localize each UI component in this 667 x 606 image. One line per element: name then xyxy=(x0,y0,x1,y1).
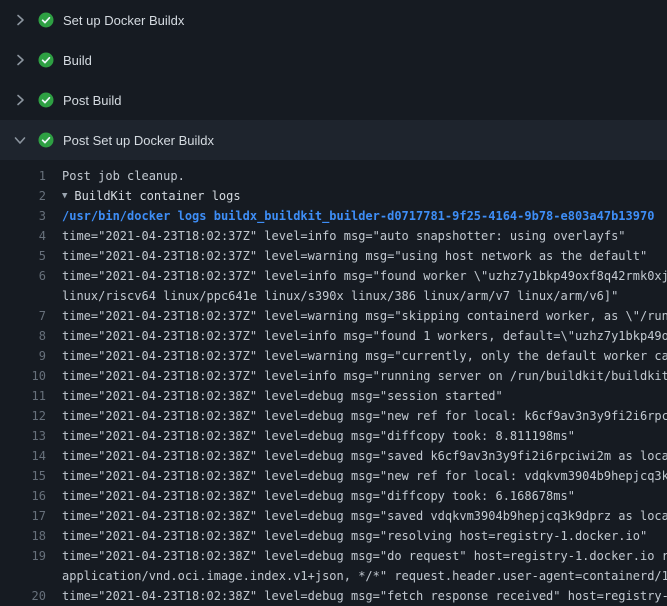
log-line: 9 time="2021-04-23T18:02:37Z" level=warn… xyxy=(0,346,667,366)
step-section-header[interactable]: Post Build xyxy=(0,80,667,120)
log-line: application/vnd.oci.image.index.v1+json,… xyxy=(0,566,667,586)
line-number xyxy=(0,566,46,586)
line-text: time="2021-04-23T18:02:38Z" level=debug … xyxy=(62,586,667,606)
log-line: 2 ▼ BuildKit container logs xyxy=(0,186,667,206)
line-text: time="2021-04-23T18:02:38Z" level=debug … xyxy=(62,546,667,566)
line-text: time="2021-04-23T18:02:38Z" level=debug … xyxy=(62,486,667,506)
line-text: linux/riscv64 linux/ppc641e linux/s390x … xyxy=(62,286,667,306)
step-section-header[interactable]: Build xyxy=(0,40,667,80)
success-check-circle-icon xyxy=(38,52,54,68)
line-text: time="2021-04-23T18:02:37Z" level=info m… xyxy=(62,366,667,386)
log-line: 7 time="2021-04-23T18:02:37Z" level=warn… xyxy=(0,306,667,326)
line-number[interactable]: 11 xyxy=(0,386,46,406)
log-line: 13 time="2021-04-23T18:02:38Z" level=deb… xyxy=(0,426,667,446)
section-label: Post Set up Docker Buildx xyxy=(63,133,214,148)
line-number[interactable]: 7 xyxy=(0,306,46,326)
step-section-header[interactable]: Set up Docker Buildx xyxy=(0,0,667,40)
line-number[interactable]: 13 xyxy=(0,426,46,446)
line-number[interactable]: 17 xyxy=(0,506,46,526)
log-line: linux/riscv64 linux/ppc641e linux/s390x … xyxy=(0,286,667,306)
chevron-down-icon xyxy=(12,132,28,148)
line-text: time="2021-04-23T18:02:38Z" level=debug … xyxy=(62,406,667,426)
line-number[interactable]: 15 xyxy=(0,466,46,486)
line-number[interactable]: 6 xyxy=(0,266,46,286)
line-number[interactable]: 18 xyxy=(0,526,46,546)
line-text: time="2021-04-23T18:02:37Z" level=info m… xyxy=(62,266,667,286)
line-text: time="2021-04-23T18:02:38Z" level=debug … xyxy=(62,426,667,446)
line-text: /usr/bin/docker logs buildx_buildkit_bui… xyxy=(62,206,667,226)
line-number xyxy=(0,286,46,306)
line-text: time="2021-04-23T18:02:38Z" level=debug … xyxy=(62,446,667,466)
line-text: time="2021-04-23T18:02:37Z" level=info m… xyxy=(62,326,667,346)
line-text: time="2021-04-23T18:02:38Z" level=debug … xyxy=(62,506,667,526)
log-line: 14 time="2021-04-23T18:02:38Z" level=deb… xyxy=(0,446,667,466)
line-text: time="2021-04-23T18:02:37Z" level=warnin… xyxy=(62,346,667,366)
line-number[interactable]: 4 xyxy=(0,226,46,246)
success-check-circle-icon xyxy=(38,132,54,148)
step-section-header[interactable]: Post Set up Docker Buildx xyxy=(0,120,667,160)
section-label: Set up Docker Buildx xyxy=(63,13,184,28)
line-text: time="2021-04-23T18:02:38Z" level=debug … xyxy=(62,466,667,486)
line-number[interactable]: 14 xyxy=(0,446,46,466)
log-body: 1 Post job cleanup. 2 ▼ BuildKit contain… xyxy=(0,160,667,606)
log-line: 10 time="2021-04-23T18:02:37Z" level=inf… xyxy=(0,366,667,386)
section-label: Build xyxy=(63,53,92,68)
log-line: 1 Post job cleanup. xyxy=(0,166,667,186)
log-line: 12 time="2021-04-23T18:02:38Z" level=deb… xyxy=(0,406,667,426)
log-line: 6 time="2021-04-23T18:02:37Z" level=info… xyxy=(0,266,667,286)
line-text: Post job cleanup. xyxy=(62,166,667,186)
line-text: time="2021-04-23T18:02:37Z" level=warnin… xyxy=(62,246,667,266)
line-number[interactable]: 8 xyxy=(0,326,46,346)
success-check-circle-icon xyxy=(38,12,54,28)
log-line: 20 time="2021-04-23T18:02:38Z" level=deb… xyxy=(0,586,667,606)
chevron-right-icon xyxy=(12,92,28,108)
line-number[interactable]: 3 xyxy=(0,206,46,226)
log-line: 11 time="2021-04-23T18:02:38Z" level=deb… xyxy=(0,386,667,406)
chevron-right-icon xyxy=(12,12,28,28)
line-number[interactable]: 10 xyxy=(0,366,46,386)
line-number[interactable]: 20 xyxy=(0,586,46,606)
log-line: 17 time="2021-04-23T18:02:38Z" level=deb… xyxy=(0,506,667,526)
line-number[interactable]: 2 xyxy=(0,186,46,206)
line-text: time="2021-04-23T18:02:38Z" level=debug … xyxy=(62,526,667,546)
log-line: 8 time="2021-04-23T18:02:37Z" level=info… xyxy=(0,326,667,346)
line-number[interactable]: 12 xyxy=(0,406,46,426)
log-line: 18 time="2021-04-23T18:02:38Z" level=deb… xyxy=(0,526,667,546)
line-text: time="2021-04-23T18:02:37Z" level=info m… xyxy=(62,226,667,246)
success-check-circle-icon xyxy=(38,92,54,108)
line-text: time="2021-04-23T18:02:38Z" level=debug … xyxy=(62,386,667,406)
line-number[interactable]: 16 xyxy=(0,486,46,506)
line-number[interactable]: 1 xyxy=(0,166,46,186)
group-toggle-icon[interactable]: ▼ xyxy=(62,186,67,206)
line-number[interactable]: 5 xyxy=(0,246,46,266)
section-label: Post Build xyxy=(63,93,122,108)
line-number[interactable]: 19 xyxy=(0,546,46,566)
workflow-log-viewer: Set up Docker Buildx Build Post Build Po… xyxy=(0,0,667,606)
log-line: 5 time="2021-04-23T18:02:37Z" level=warn… xyxy=(0,246,667,266)
line-text[interactable]: BuildKit container logs xyxy=(74,186,667,206)
log-line: 4 time="2021-04-23T18:02:37Z" level=info… xyxy=(0,226,667,246)
log-line: 16 time="2021-04-23T18:02:38Z" level=deb… xyxy=(0,486,667,506)
log-line: 15 time="2021-04-23T18:02:38Z" level=deb… xyxy=(0,466,667,486)
chevron-right-icon xyxy=(12,52,28,68)
line-text: application/vnd.oci.image.index.v1+json,… xyxy=(62,566,667,586)
log-line: 19 time="2021-04-23T18:02:38Z" level=deb… xyxy=(0,546,667,566)
line-number[interactable]: 9 xyxy=(0,346,46,366)
line-text: time="2021-04-23T18:02:37Z" level=warnin… xyxy=(62,306,667,326)
log-line: 3 /usr/bin/docker logs buildx_buildkit_b… xyxy=(0,206,667,226)
